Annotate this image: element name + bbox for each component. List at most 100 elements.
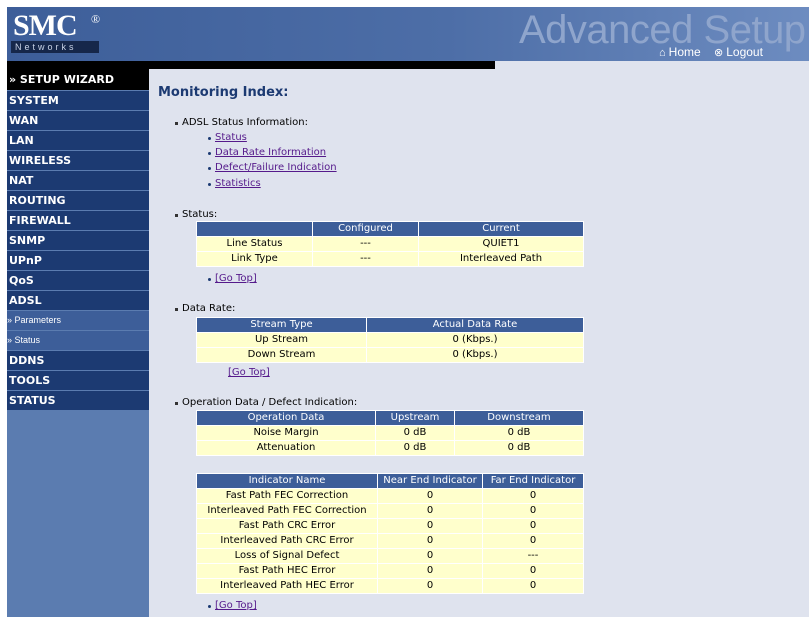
table-cell: 0 — [378, 519, 482, 533]
smc-logo: SMC ® Networks — [11, 9, 101, 55]
table-cell: Interleaved Path — [419, 252, 583, 266]
logo-networks: Networks — [11, 41, 99, 53]
bullet — [208, 167, 211, 170]
sidebar-item-status[interactable]: STATUS — [7, 391, 149, 410]
indicator-col-name: Indicator Name — [197, 474, 377, 488]
sidebar-item-ddns[interactable]: DDNS — [7, 351, 149, 370]
sidebar-subitem-status[interactable]: » Status — [7, 331, 149, 350]
home-label: Home — [668, 45, 701, 59]
table-cell: 0 (Kbps.) — [367, 348, 583, 362]
bullet — [208, 605, 211, 608]
table-cell: 0 — [378, 564, 482, 578]
sidebar-item-wan[interactable]: WAN — [7, 111, 149, 130]
bullet — [208, 278, 211, 281]
bullet — [175, 402, 178, 405]
table-cell: 0 — [483, 489, 583, 503]
table-row: Up Stream 0 (Kbps.) — [197, 333, 583, 347]
sidebar-item-nat[interactable]: NAT — [7, 171, 149, 190]
indicator-col-far: Far End Indicator — [483, 474, 583, 488]
bullet — [175, 122, 178, 125]
index-link-status[interactable]: Status — [215, 132, 247, 144]
table-row: Interleaved Path FEC Correction 0 0 — [197, 504, 583, 518]
sidebar-item-adsl[interactable]: ADSL — [7, 291, 149, 310]
operation-heading: Operation Data / Defect Indication: — [182, 397, 358, 408]
index-link-data-rate[interactable]: Data Rate Information — [215, 147, 326, 159]
table-cell: 0 — [483, 564, 583, 578]
status-heading: Status: — [182, 209, 218, 220]
sidebar-item-qos[interactable]: QoS — [7, 271, 149, 290]
operation-col-upstream: Upstream — [376, 411, 454, 425]
table-cell: Line Status — [197, 237, 312, 251]
table-cell: --- — [313, 237, 418, 251]
table-cell: 0 dB — [376, 426, 454, 440]
table-row: Attenuation 0 dB 0 dB — [197, 441, 583, 455]
sidebar-subitem-parameters[interactable]: » Parameters — [7, 311, 149, 330]
index-link-defect[interactable]: Defect/Failure Indication — [215, 162, 337, 174]
sidebar-item-wireless[interactable]: WIRELESS — [7, 151, 149, 170]
go-top-link[interactable]: [Go Top] — [215, 600, 257, 612]
header-banner: SMC ® Networks Advanced Setup ⌂ Home ⊗ Log… — [7, 7, 809, 61]
table-cell: 0 — [483, 519, 583, 533]
bullet — [208, 152, 211, 155]
table-row: Loss of Signal Defect 0 --- — [197, 549, 583, 563]
table-cell: Down Stream — [197, 348, 366, 362]
table-cell: QUIET1 — [419, 237, 583, 251]
status-col-current: Current — [419, 222, 583, 236]
table-cell: Attenuation — [197, 441, 375, 455]
indicator-col-near: Near End Indicator — [378, 474, 482, 488]
table-cell: 0 — [378, 549, 482, 563]
table-row: Line Status --- QUIET1 — [197, 237, 583, 251]
table-cell: 0 — [378, 579, 482, 593]
data-rate-heading: Data Rate: — [182, 303, 236, 314]
indicator-table: Indicator Name Near End Indicator Far En… — [196, 473, 584, 594]
table-cell: 0 — [483, 504, 583, 518]
table-cell: 0 dB — [455, 426, 583, 440]
bullet — [208, 137, 211, 140]
table-cell: 0 — [378, 489, 482, 503]
table-cell: Interleaved Path FEC Correction — [197, 504, 377, 518]
table-row: Interleaved Path CRC Error 0 0 — [197, 534, 583, 548]
operation-col-data: Operation Data — [197, 411, 375, 425]
status-col-configured: Configured — [313, 222, 418, 236]
logout-link[interactable]: ⊗ Logout — [714, 45, 763, 59]
sidebar-item-system[interactable]: SYSTEM — [7, 91, 149, 110]
table-cell: 0 — [483, 579, 583, 593]
header-links: ⌂ Home ⊗ Logout — [659, 43, 773, 61]
sidebar-item-routing[interactable]: ROUTING — [7, 191, 149, 210]
sidebar-item-lan[interactable]: LAN — [7, 131, 149, 150]
table-cell: Fast Path HEC Error — [197, 564, 377, 578]
table-cell: Fast Path FEC Correction — [197, 489, 377, 503]
table-cell: 0 dB — [455, 441, 583, 455]
data-rate-col-rate: Actual Data Rate — [367, 318, 583, 332]
status-col-blank — [197, 222, 312, 236]
table-cell: --- — [483, 549, 583, 563]
table-cell: 0 (Kbps.) — [367, 333, 583, 347]
sidebar-item-setup-wizard[interactable]: » SETUP WIZARD — [7, 69, 149, 90]
main-content: Monitoring Index: ADSL Status Informatio… — [149, 69, 809, 617]
adsl-heading: ADSL Status Information: — [182, 117, 308, 128]
table-row: Link Type --- Interleaved Path — [197, 252, 583, 266]
sidebar-item-tools[interactable]: TOOLS — [7, 371, 149, 390]
sidebar-item-upnp[interactable]: UPnP — [7, 251, 149, 270]
table-cell: 0 — [378, 534, 482, 548]
index-link-statistics[interactable]: Statistics — [215, 178, 261, 190]
go-top-link[interactable]: [Go Top] — [228, 367, 270, 379]
data-rate-table: Stream Type Actual Data Rate Up Stream 0… — [196, 317, 584, 363]
table-cell: Fast Path CRC Error — [197, 519, 377, 533]
page-title: Monitoring Index: — [158, 85, 289, 100]
table-cell: Up Stream — [197, 333, 366, 347]
home-link[interactable]: ⌂ Home — [659, 45, 701, 59]
table-cell: Interleaved Path CRC Error — [197, 534, 377, 548]
bullet — [175, 214, 178, 217]
sidebar-item-snmp[interactable]: SNMP — [7, 231, 149, 250]
logout-label: Logout — [726, 45, 763, 59]
table-row: Noise Margin 0 dB 0 dB — [197, 426, 583, 440]
go-top-link[interactable]: [Go Top] — [215, 273, 257, 285]
sidebar-item-firewall[interactable]: FIREWALL — [7, 211, 149, 230]
table-cell: 0 — [483, 534, 583, 548]
registered-mark: ® — [91, 12, 101, 26]
data-rate-col-stream: Stream Type — [197, 318, 366, 332]
table-cell: 0 — [378, 504, 482, 518]
table-cell: Link Type — [197, 252, 312, 266]
table-cell: --- — [313, 252, 418, 266]
